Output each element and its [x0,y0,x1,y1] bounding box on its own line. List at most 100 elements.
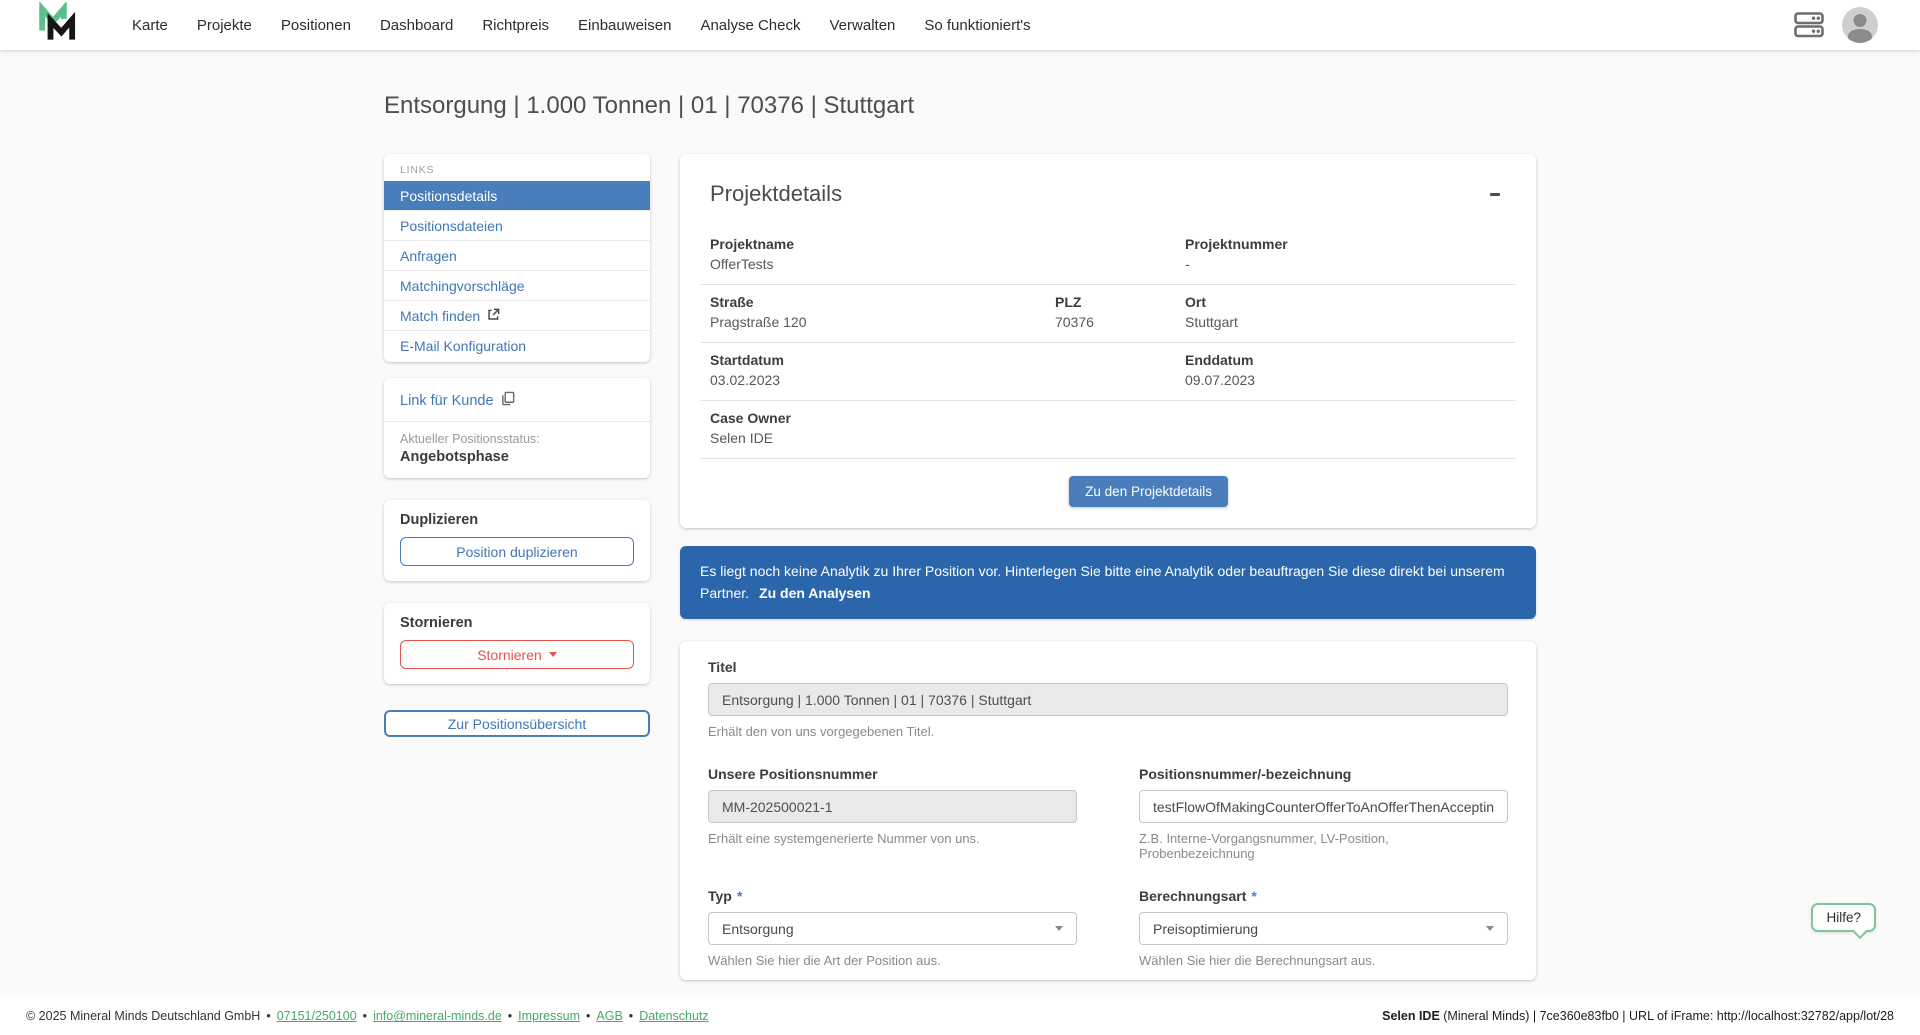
main-column: Projektdetails Projektname OfferTests [680,154,1536,997]
projektdetails-card: Projektdetails Projektname OfferTests [680,154,1536,528]
position-status-value: Angebotsphase [384,446,650,465]
position-duplizieren-button[interactable]: Position duplizieren [400,537,634,566]
plz-value: 70376 [1055,314,1185,330]
zur-positionsuebersicht-button[interactable]: Zur Positionsübersicht [384,710,650,737]
main-nav: Karte Projekte Positionen Dashboard Rich… [132,17,1031,34]
enddatum-value: 09.07.2023 [1185,372,1506,388]
ort-value: Stuttgart [1185,314,1506,330]
field-enddatum: Enddatum 09.07.2023 [1185,352,1506,388]
links-card: LINKS Positionsdetails Positionsdateien … [384,154,650,362]
sidebar-item-positionsdateien[interactable]: Positionsdateien [384,211,650,241]
page-title: Entsorgung | 1.000 Tonnen | 01 | 70376 |… [384,92,1536,120]
nav-item-richtpreis[interactable]: Richtpreis [482,17,549,34]
dns-icon[interactable] [1794,11,1824,39]
typ-select[interactable]: Entsorgung [708,912,1077,945]
stornieren-button-label: Stornieren [477,647,542,663]
projektnummer-label: Projektnummer [1185,236,1506,252]
footer-agb-link[interactable]: AGB [596,1009,622,1023]
ort-label: Ort [1185,294,1506,310]
position-status-label: Aktueller Positionsstatus: [384,432,650,446]
enddatum-label: Enddatum [1185,352,1506,368]
strasse-label: Straße [710,294,1055,310]
footer-phone-link[interactable]: 07151/250100 [277,1009,357,1023]
startdatum-value: 03.02.2023 [710,372,1185,388]
positionsnummer-input[interactable] [708,790,1077,823]
titel-group: Titel Erhält den von uns vorgegebenen Ti… [708,659,1508,739]
titel-label: Titel [708,659,737,675]
nav-item-analyse-check[interactable]: Analyse Check [700,17,800,34]
main-content: Entsorgung | 1.000 Tonnen | 01 | 70376 |… [0,50,1920,997]
user-avatar-icon[interactable] [1842,7,1878,43]
projektdetails-heading: Projektdetails [710,181,842,207]
match-finden-label: Match finden [400,308,480,324]
copyright-text: © 2025 Mineral Minds Deutschland GmbH [26,1009,260,1023]
field-projektname: Projektname OfferTests [710,236,1185,272]
strasse-value: Pragstraße 120 [710,314,1055,330]
cancel-card: Stornieren Stornieren [384,603,650,684]
berechnungsart-select-value: Preisoptimierung [1153,921,1258,937]
projektnummer-value: - [1185,256,1506,272]
berechnungsart-label: Berechnungsart [1139,888,1246,904]
caret-down-icon [549,652,557,657]
nav-item-einbauweisen[interactable]: Einbauweisen [578,17,671,34]
external-link-icon [487,308,500,324]
positionsnummer-label: Unsere Positionsnummer [708,766,878,782]
footer-email-link[interactable]: info@mineral-minds.de [373,1009,502,1023]
zu-den-projektdetails-button[interactable]: Zu den Projektdetails [1069,476,1228,507]
mineral-minds-logo[interactable] [38,2,78,49]
typ-select-value: Entsorgung [722,921,794,937]
bullet-separator: • [629,1009,633,1023]
case-owner-label: Case Owner [710,410,1185,426]
field-plz: PLZ 70376 [1055,294,1185,330]
field-startdatum: Startdatum 03.02.2023 [710,352,1185,388]
projektname-label: Projektname [710,236,1185,252]
required-asterisk: * [737,888,742,904]
titel-helper: Erhält den von uns vorgegebenen Titel. [708,724,1508,739]
nav-item-verwalten[interactable]: Verwalten [830,17,896,34]
logo-icon [38,2,78,49]
bullet-separator: • [586,1009,590,1023]
cancel-title: Stornieren [400,615,634,631]
eigene-positionsnummer-input[interactable] [1139,790,1508,823]
nav-item-karte[interactable]: Karte [132,17,168,34]
link-fuer-kunde-link[interactable]: Link für Kunde [384,391,650,410]
sidebar-item-matchingvorschlaege[interactable]: Matchingvorschläge [384,271,650,301]
zu-den-analysen-link[interactable]: Zu den Analysen [759,585,871,601]
nav-item-dashboard[interactable]: Dashboard [380,17,453,34]
footer-left: © 2025 Mineral Minds Deutschland GmbH • … [26,1009,709,1023]
page-footer: © 2025 Mineral Minds Deutschland GmbH • … [0,997,1920,1035]
bullet-separator: • [363,1009,367,1023]
typ-label: Typ [708,888,732,904]
footer-meta: (Mineral Minds) | 7ce360e83fb0 | URL of … [1440,1009,1894,1023]
nav-right-actions [1794,7,1894,43]
footer-session-info: Selen IDE (Mineral Minds) | 7ce360e83fb0… [1382,1009,1894,1023]
duplicate-card: Duplizieren Position duplizieren [384,500,650,581]
field-case-owner: Case Owner Selen IDE [710,410,1185,446]
avatar-head [1854,14,1867,27]
nav-item-so-funktionierts[interactable]: So funktioniert's [924,17,1030,34]
positionsnummer-helper: Erhält eine systemgenerierte Nummer von … [708,831,1077,846]
stornieren-button[interactable]: Stornieren [400,640,634,669]
footer-datenschutz-link[interactable]: Datenschutz [639,1009,708,1023]
sidebar-item-positionsdetails[interactable]: Positionsdetails [384,181,650,211]
titel-input[interactable] [708,683,1508,716]
eigene-positionsnummer-helper: Z.B. Interne-Vorgangsnummer, LV-Position… [1139,831,1508,861]
chevron-down-icon [1055,926,1063,931]
project-row-2: Straße Pragstraße 120 PLZ 70376 Ort Stut… [700,285,1516,343]
nav-item-positionen[interactable]: Positionen [281,17,351,34]
avatar-body [1848,29,1872,43]
hilfe-button[interactable]: Hilfe? [1811,903,1876,932]
required-asterisk: * [1251,888,1256,904]
field-strasse: Straße Pragstraße 120 [710,294,1055,330]
sidebar-item-email-konfiguration[interactable]: E-Mail Konfiguration [384,331,650,360]
collapse-icon[interactable] [1484,183,1506,205]
nav-item-projekte[interactable]: Projekte [197,17,252,34]
eigene-positionsnummer-group: Positionsnummer/-bezeichnung Z.B. Intern… [1139,766,1508,861]
berechnungsart-select[interactable]: Preisoptimierung [1139,912,1508,945]
analytics-notice: Es liegt noch keine Analytik zu Ihrer Po… [680,546,1536,619]
sidebar-item-match-finden[interactable]: Match finden [384,301,650,331]
footer-impressum-link[interactable]: Impressum [518,1009,580,1023]
bullet-separator: • [266,1009,270,1023]
sidebar-item-anfragen[interactable]: Anfragen [384,241,650,271]
links-caption: LINKS [384,154,650,181]
